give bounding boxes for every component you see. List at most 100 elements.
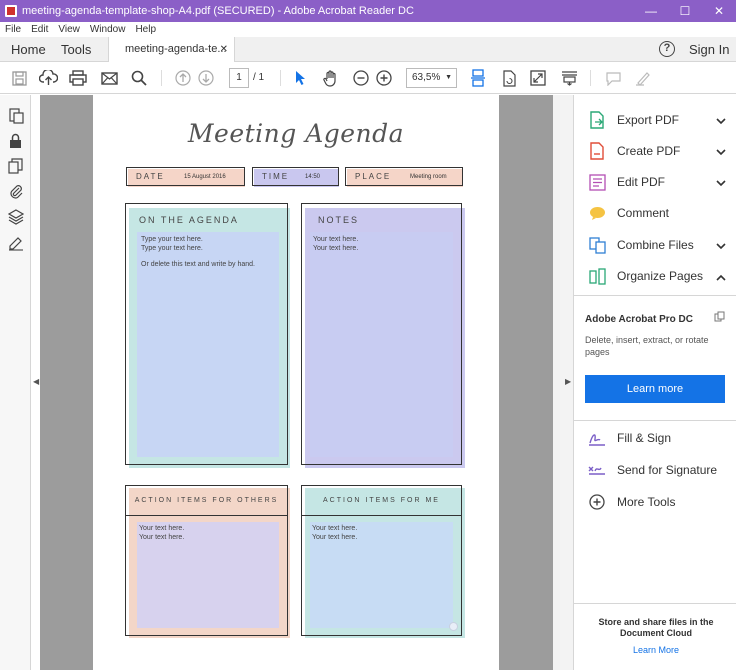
agenda-heading: ON THE AGENDA <box>139 215 239 225</box>
zoom-in-icon[interactable] <box>375 69 393 87</box>
hand-tool-icon[interactable] <box>322 69 340 87</box>
send-signature-icon <box>588 461 606 479</box>
menu-bar: File Edit View Window Help <box>0 22 736 37</box>
tool-label: Create PDF <box>617 144 681 158</box>
email-icon[interactable] <box>99 69 119 87</box>
organize-pages-icon <box>588 267 606 285</box>
panel-divider <box>574 295 736 296</box>
highlight-pen-icon[interactable] <box>634 69 652 87</box>
collapse-right-panel-icon[interactable]: ▶ <box>565 377 571 386</box>
copy-icon[interactable] <box>714 311 725 325</box>
promo-title: Adobe Acrobat Pro DC <box>585 314 693 325</box>
edit-pdf-icon <box>588 173 606 191</box>
page-thumbnails-icon[interactable] <box>7 107 24 124</box>
tool-combine-files[interactable]: Combine Files <box>588 236 728 254</box>
notes-text-area[interactable] <box>310 232 453 457</box>
tool-label: Combine Files <box>617 238 694 252</box>
notes-text: Your text here. Your text here. <box>313 236 358 253</box>
help-icon[interactable]: ? <box>659 41 675 57</box>
layers-icon[interactable] <box>7 208 24 225</box>
tool-organize-pages[interactable]: Organize Pages <box>588 267 728 285</box>
print-icon[interactable] <box>68 69 88 87</box>
tool-more-tools[interactable]: More Tools <box>588 493 728 511</box>
tool-create-pdf[interactable]: Create PDF <box>588 142 728 160</box>
zoom-out-icon[interactable] <box>352 69 370 87</box>
panel-divider <box>574 603 736 604</box>
menu-file[interactable]: File <box>0 24 26 35</box>
lock-icon[interactable] <box>7 132 24 149</box>
me-line: Your text here. <box>312 525 358 532</box>
time-value: 14:50 <box>305 173 321 180</box>
chevron-down-icon[interactable] <box>716 176 726 190</box>
tab-tools[interactable]: Tools <box>61 37 91 62</box>
me-line: Your text here. <box>312 533 358 541</box>
next-page-icon[interactable] <box>197 69 215 87</box>
close-tab-icon[interactable]: ✕ <box>220 37 228 62</box>
scrolling-mode-icon[interactable] <box>469 69 487 87</box>
window-controls: — ☐ ✕ <box>634 0 736 22</box>
menu-window[interactable]: Window <box>85 24 131 35</box>
attachment-paperclip-icon[interactable] <box>7 182 24 199</box>
zoom-level-select[interactable]: 63,5% ▼ <box>406 68 457 88</box>
tool-label: Fill & Sign <box>617 431 672 445</box>
menu-view[interactable]: View <box>53 24 85 35</box>
comment-bubble-icon[interactable] <box>604 69 622 87</box>
copy-pages-icon[interactable] <box>7 157 24 174</box>
page-total: / 1 <box>253 72 265 83</box>
title-bar: meeting-agenda-template-shop-A4.pdf (SEC… <box>0 0 736 22</box>
save-icon[interactable] <box>10 69 28 87</box>
collapse-left-panel-icon[interactable]: ◀ <box>33 377 39 386</box>
me-heading: ACTION ITEMS FOR ME <box>323 497 440 504</box>
tool-label: More Tools <box>617 495 676 509</box>
chevron-down-icon[interactable] <box>716 239 726 253</box>
document-tab-label: meeting-agenda-te... <box>125 43 227 55</box>
chevron-down-icon[interactable] <box>716 145 726 159</box>
toolbar-separator <box>590 70 591 86</box>
tool-edit-pdf[interactable]: Edit PDF <box>588 173 728 191</box>
tab-home[interactable]: Home <box>11 37 46 62</box>
upload-cloud-icon[interactable] <box>38 69 58 87</box>
document-cloud-learn-more-link[interactable]: Learn More <box>588 645 724 655</box>
tool-fill-sign[interactable]: Fill & Sign <box>588 429 728 447</box>
comment-marker-icon[interactable] <box>449 622 458 631</box>
tool-label: Export PDF <box>617 113 680 127</box>
left-navigation-rail <box>0 95 31 670</box>
main-toolbar: 1 / 1 63,5% ▼ <box>0 62 736 94</box>
acrobat-app-icon <box>5 5 17 17</box>
place-field: PLACE Meeting room <box>345 167 463 186</box>
agenda-line: Type your text here. <box>141 244 203 252</box>
chevron-down-icon[interactable] <box>716 114 726 128</box>
maximize-button[interactable]: ☐ <box>668 0 702 22</box>
notes-line: Your text here. <box>313 236 359 243</box>
search-icon[interactable] <box>130 69 148 87</box>
menu-edit[interactable]: Edit <box>26 24 53 35</box>
tool-export-pdf[interactable]: Export PDF <box>588 111 728 129</box>
rotate-page-icon[interactable] <box>500 69 518 87</box>
tool-label: Comment <box>617 206 670 220</box>
pdf-page: Meeting Agenda DATE 15 August 2016 TIME … <box>93 95 499 670</box>
sign-in-link[interactable]: Sign In <box>689 37 729 62</box>
close-window-button[interactable]: ✕ <box>702 0 736 22</box>
tools-pane: Export PDF Create PDF Edit PDF Comment C… <box>573 95 736 670</box>
tool-send-signature[interactable]: Send for Signature <box>588 461 728 479</box>
full-screen-icon[interactable] <box>529 69 547 87</box>
signature-pen-icon[interactable] <box>7 234 24 251</box>
page-number-input[interactable]: 1 <box>229 68 249 88</box>
tool-comment[interactable]: Comment <box>588 204 728 222</box>
others-heading: ACTION ITEMS FOR OTHERS <box>134 497 279 504</box>
others-line: Your text here. <box>139 525 185 532</box>
learn-more-button[interactable]: Learn more <box>585 375 725 403</box>
tab-document[interactable]: meeting-agenda-te... ✕ <box>108 37 235 62</box>
fill-sign-icon <box>588 429 606 447</box>
minimize-button[interactable]: — <box>634 0 668 22</box>
date-label: DATE <box>136 172 165 181</box>
previous-page-icon[interactable] <box>174 69 192 87</box>
place-label: PLACE <box>355 172 392 181</box>
read-mode-icon[interactable] <box>560 69 578 87</box>
document-title: Meeting Agenda <box>187 119 405 148</box>
menu-help[interactable]: Help <box>130 24 161 35</box>
agenda-line <box>141 253 255 261</box>
select-cursor-icon[interactable] <box>293 69 309 87</box>
tool-label: Organize Pages <box>617 269 704 283</box>
chevron-up-icon[interactable] <box>716 270 726 284</box>
